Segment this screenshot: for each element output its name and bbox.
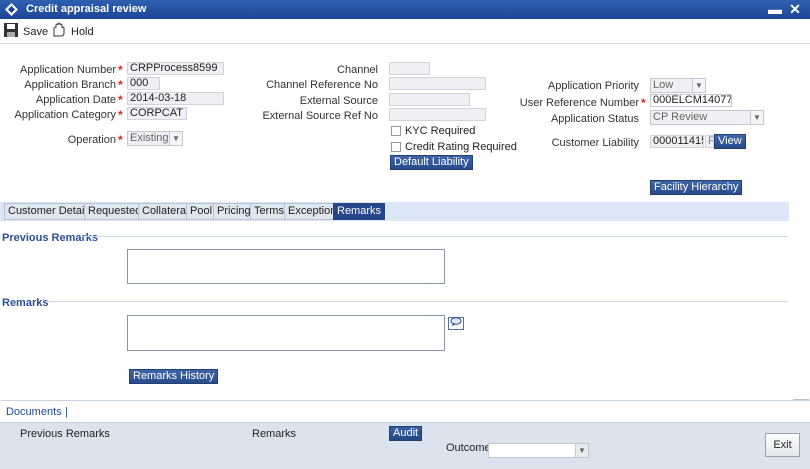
tab-remarks[interactable]: Remarks bbox=[333, 203, 386, 220]
tab-collateral[interactable]: Collateral bbox=[138, 203, 193, 220]
tab-pool[interactable]: Pool bbox=[186, 203, 217, 220]
external-source-ref-no-field[interactable] bbox=[389, 108, 486, 121]
application-branch-label: Application Branch bbox=[24, 79, 116, 91]
remarks-title: Remarks bbox=[2, 297, 49, 309]
facility-hierarchy-button[interactable]: Facility Hierarchy bbox=[650, 180, 743, 195]
kyc-required-label: KYC Required bbox=[405, 125, 476, 137]
section-divider bbox=[44, 301, 788, 302]
outcome-label: Outcome bbox=[446, 442, 491, 454]
user-reference-number-label: User Reference Number bbox=[519, 97, 639, 109]
section-divider bbox=[82, 236, 788, 237]
documents-bar: Documents | bbox=[0, 400, 810, 422]
chevron-down-icon: ▼ bbox=[692, 79, 705, 92]
footer-remarks-label: Remarks bbox=[252, 428, 297, 440]
chevron-down-icon: ▼ bbox=[750, 111, 763, 124]
title-bar: Credit appraisal review ▬ ✕ bbox=[0, 0, 810, 19]
previous-remarks-textarea[interactable] bbox=[127, 249, 445, 284]
save-icon bbox=[3, 22, 19, 41]
hold-button[interactable]: Hold bbox=[51, 22, 94, 41]
remarks-editor-button[interactable] bbox=[448, 317, 464, 330]
exit-button[interactable]: Exit bbox=[765, 433, 800, 457]
channel-label: Channel bbox=[337, 64, 378, 76]
application-number-label: Application Number bbox=[20, 64, 116, 76]
channel-reference-no-label: Channel Reference No bbox=[266, 79, 378, 91]
user-reference-number-field[interactable]: 000ELCM1407705E bbox=[650, 94, 732, 107]
tab-terms[interactable]: Terms bbox=[250, 203, 288, 220]
window-title: Credit appraisal review bbox=[26, 3, 147, 15]
close-button[interactable]: ✕ bbox=[787, 1, 803, 17]
application-status-label: Application Status bbox=[550, 113, 639, 125]
audit-button[interactable]: Audit bbox=[389, 426, 423, 441]
hold-icon bbox=[51, 22, 67, 41]
outcome-select[interactable]: ▼ bbox=[488, 443, 589, 458]
tab-customer-details[interactable]: Customer Details bbox=[4, 203, 97, 220]
external-source-label: External Source bbox=[299, 95, 378, 107]
required-marker: * bbox=[118, 78, 123, 92]
footer-previous-remarks-label: Previous Remarks bbox=[20, 428, 110, 440]
external-source-field[interactable] bbox=[389, 93, 470, 106]
application-priority-label: Application Priority bbox=[547, 80, 639, 92]
minimize-button[interactable]: ▬ bbox=[767, 1, 783, 17]
application-category-field[interactable]: CORPCAT bbox=[127, 107, 187, 120]
required-marker: * bbox=[118, 63, 123, 77]
application-branch-field[interactable]: 000 bbox=[127, 77, 160, 90]
application-category-label: Application Category bbox=[14, 109, 116, 121]
required-marker: * bbox=[118, 93, 123, 107]
remarks-history-button[interactable]: Remarks History bbox=[129, 369, 219, 384]
view-button[interactable]: View bbox=[714, 134, 746, 149]
speech-bubble-icon bbox=[450, 317, 462, 330]
application-status-select[interactable]: CP Review ▼ bbox=[650, 110, 764, 125]
app-logo-icon bbox=[5, 3, 18, 16]
previous-remarks-title: Previous Remarks bbox=[2, 232, 98, 244]
required-marker: * bbox=[641, 96, 646, 110]
tab-exception[interactable]: Exception bbox=[284, 203, 341, 220]
operation-select[interactable]: Existing ▼ bbox=[127, 131, 183, 146]
external-source-ref-no-label: External Source Ref No bbox=[262, 110, 378, 122]
application-date-field[interactable]: 2014-03-18 bbox=[127, 92, 224, 105]
chevron-down-icon: ▼ bbox=[575, 444, 588, 457]
application-status-value: CP Review bbox=[653, 111, 708, 123]
customer-liability-field[interactable]: 000011415 bbox=[650, 135, 704, 148]
default-liability-button[interactable]: Default Liability bbox=[390, 155, 473, 170]
separator: | bbox=[65, 406, 68, 418]
toolbar: Save Hold bbox=[0, 19, 810, 44]
customer-liability-suffix-field[interactable]: P bbox=[705, 135, 714, 148]
operation-value: Existing bbox=[130, 132, 169, 144]
application-date-label: Application Date bbox=[35, 94, 116, 106]
operation-label: Operation bbox=[67, 134, 116, 146]
required-marker: * bbox=[118, 133, 123, 147]
save-button[interactable]: Save bbox=[3, 23, 48, 40]
save-label: Save bbox=[23, 25, 49, 38]
chevron-down-icon: ▼ bbox=[169, 132, 182, 145]
credit-rating-required-checkbox[interactable] bbox=[391, 142, 401, 152]
application-priority-select[interactable]: Low ▼ bbox=[650, 78, 706, 93]
application-priority-value: Low bbox=[653, 79, 674, 91]
tab-requested[interactable]: Requested bbox=[84, 203, 146, 220]
required-marker: * bbox=[118, 108, 123, 122]
channel-field[interactable] bbox=[389, 62, 430, 75]
remarks-textarea[interactable] bbox=[127, 315, 445, 351]
customer-liability-label: Customer Liability bbox=[551, 137, 639, 149]
tab-pricing[interactable]: Pricing bbox=[213, 203, 255, 220]
application-number-field[interactable]: CRPProcess8599 bbox=[127, 62, 224, 75]
hold-label: Hold bbox=[71, 25, 94, 38]
channel-reference-no-field[interactable] bbox=[389, 77, 486, 90]
documents-link[interactable]: Documents bbox=[6, 406, 62, 418]
kyc-required-checkbox[interactable] bbox=[391, 126, 401, 136]
